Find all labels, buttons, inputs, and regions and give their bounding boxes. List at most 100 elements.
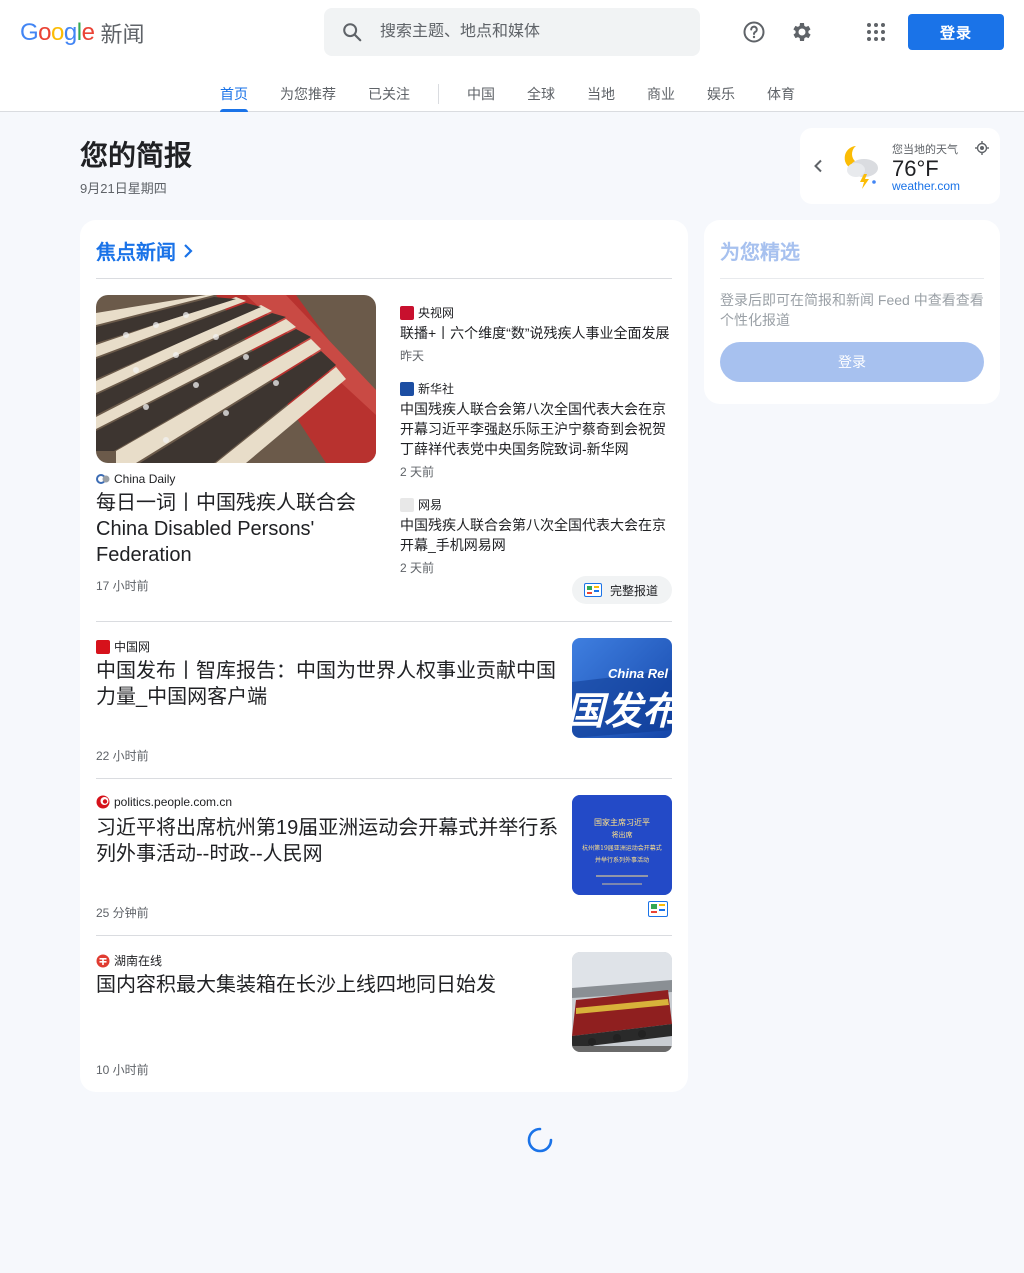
page-title: 您的简报 (80, 140, 193, 171)
svg-text:国发布: 国发布 (572, 689, 672, 733)
search-icon[interactable] (324, 8, 380, 56)
hunan-online-logo-icon (96, 954, 110, 968)
story-thumbnail[interactable]: 国家主席习近平 将出席 杭州第19届亚洲运动会开幕式 并举行系列外事活动 (572, 795, 672, 895)
divider (96, 278, 672, 279)
google-news-logo[interactable]: Google 新闻 (20, 18, 144, 48)
publisher-name: 中国网 (114, 640, 151, 654)
related-story-time: 2 天前 (400, 465, 435, 479)
publisher-name: 新华社 (418, 382, 455, 396)
story-title[interactable]: 中国发布丨智库报告：中国为世界人权事业贡献中国力量_中国网客户端 (96, 658, 560, 710)
logo-letter: G (20, 19, 39, 46)
top-stories-heading[interactable]: 焦点新闻 (96, 236, 194, 265)
related-story[interactable]: 网易 中国残疾人联合会第八次全国代表大会在京开幕_手机网易网 2 天前 (400, 496, 672, 576)
china-daily-logo-icon (96, 472, 110, 486)
location-icon[interactable] (974, 140, 990, 156)
divider (96, 778, 672, 779)
story-publisher: 中国网 (96, 638, 150, 655)
help-icon[interactable] (738, 16, 770, 48)
lead-story-publisher[interactable]: China Daily (96, 472, 175, 486)
picks-for-you-card: 为您精选 登录后即可在简报和新闻 Feed 中查看查看个性化报道 登录 (704, 220, 1000, 404)
cctv-logo-icon (400, 305, 414, 320)
related-story-title[interactable]: 联播+丨六个维度“数”说残疾人事业全面发展 (400, 323, 672, 343)
china-net-logo-icon (96, 639, 110, 654)
logo-letter: g (63, 19, 77, 46)
briefing-date: 9月21日星期四 (80, 181, 167, 196)
weather-card[interactable]: 您当地的天气 76°F weather.com (800, 128, 1000, 204)
related-story-title[interactable]: 中国残疾人联合会第八次全国代表大会在京开幕习近平李强赵乐际王沪宁蔡奇到会祝贺 丁… (400, 399, 672, 459)
tab-sports[interactable]: 体育 (751, 72, 811, 112)
tab-business[interactable]: 商业 (631, 72, 691, 112)
related-story[interactable]: 新华社 中国残疾人联合会第八次全国代表大会在京开幕习近平李强赵乐际王沪宁蔡奇到会… (400, 380, 672, 480)
picks-description: 登录后即可在简报和新闻 Feed 中查看查看个性化报道 (720, 292, 984, 328)
chevron-right-icon (184, 243, 193, 258)
search-input[interactable] (380, 23, 680, 41)
story-row[interactable]: 湖南在线 国内容积最大集装箱在长沙上线四地同日始发 10 小时前 (96, 952, 672, 1108)
story-title[interactable]: 习近平将出席杭州第19届亚洲运动会开幕式并举行系列外事活动--时政--人民网 (96, 815, 560, 867)
tab-local[interactable]: 当地 (571, 72, 631, 112)
chevron-left-icon[interactable] (808, 154, 828, 178)
settings-icon[interactable] (786, 16, 818, 48)
logo-letter: o (38, 19, 52, 46)
product-name: 新闻 (100, 22, 145, 47)
thumb-text-line: 并举行系列外事活动 (595, 856, 649, 864)
thumb-text-line: 国家主席习近平 (594, 817, 650, 827)
loading-spinner-icon (526, 1126, 554, 1154)
netease-logo-icon (400, 497, 414, 512)
weather-label: 您当地的天气 (892, 144, 958, 156)
apps-grid-icon[interactable] (860, 16, 892, 48)
divider (96, 621, 672, 622)
thumb-text-line: 杭州第19届亚洲运动会开幕式 (582, 844, 662, 852)
story-time: 22 小时前 (96, 749, 149, 763)
logo-letter: e (81, 19, 95, 46)
thumb-text-line: 将出席 (612, 830, 633, 839)
tab-world[interactable]: 全球 (511, 72, 571, 112)
full-coverage-icon[interactable] (648, 901, 668, 917)
lead-story-title[interactable]: 每日一词丨中国残疾人联合会 China Disabled Persons' Fe… (96, 490, 376, 568)
tab-home[interactable]: 首页 (204, 72, 264, 112)
section-nav: 首页 为您推荐 已关注 中国 全球 当地 商业 娱乐 体育 (204, 72, 811, 112)
story-publisher: politics.people.com.cn (96, 795, 232, 809)
related-story-publisher: 网易 (400, 496, 672, 513)
tab-following[interactable]: 已关注 (352, 72, 426, 112)
related-story-time: 2 天前 (400, 561, 435, 575)
story-title[interactable]: 国内容积最大集装箱在长沙上线四地同日始发 (96, 972, 560, 998)
people-daily-logo-icon (96, 795, 110, 809)
top-stories-heading-label: 焦点新闻 (96, 242, 176, 264)
related-story[interactable]: 央视网 联播+丨六个维度“数”说残疾人事业全面发展 昨天 (400, 304, 672, 364)
publisher-name: 湖南在线 (114, 954, 163, 968)
weather-source-link[interactable]: weather.com (892, 179, 960, 193)
top-stories-card: 焦点新闻 China Daily 每日一词丨中国残疾人联合会 China Dis… (80, 220, 688, 1092)
lead-story-time: 17 小时前 (96, 579, 149, 593)
publisher-name: China Daily (114, 472, 176, 486)
story-thumbnail[interactable]: China Rel 国发布 (572, 638, 672, 738)
tab-china[interactable]: 中国 (451, 72, 511, 112)
story-time: 10 小时前 (96, 1063, 149, 1077)
divider (96, 935, 672, 936)
related-story-time: 昨天 (400, 349, 425, 363)
related-story-publisher: 央视网 (400, 304, 672, 321)
related-story-title[interactable]: 中国残疾人联合会第八次全国代表大会在京开幕_手机网易网 (400, 515, 672, 555)
search-bar[interactable] (324, 8, 700, 56)
tab-for-you[interactable]: 为您推荐 (264, 72, 352, 112)
full-coverage-icon (584, 583, 602, 597)
full-coverage-button[interactable]: 完整报道 (572, 576, 672, 604)
app-header: Google 新闻 登录 首页 为您推荐 已关注 中国 全球 当地 商业 娱乐 … (0, 0, 1024, 112)
divider (720, 278, 984, 279)
story-row[interactable]: politics.people.com.cn 习近平将出席杭州第19届亚洲运动会… (96, 795, 672, 951)
partly-cloudy-night-thunder-icon (834, 140, 886, 192)
xinhua-logo-icon (400, 381, 414, 396)
picks-signin-button[interactable]: 登录 (720, 342, 984, 382)
lead-story-image[interactable] (96, 295, 376, 463)
publisher-name: 央视网 (418, 306, 455, 320)
publisher-name: 网易 (418, 498, 443, 512)
full-coverage-label: 完整报道 (610, 583, 659, 598)
logo-letter: o (51, 19, 64, 46)
tab-entertainment[interactable]: 娱乐 (691, 72, 751, 112)
story-row[interactable]: 中国网 中国发布丨智库报告：中国为世界人权事业贡献中国力量_中国网客户端 22 … (96, 638, 672, 794)
picks-title: 为您精选 (720, 242, 800, 264)
related-story-publisher: 新华社 (400, 380, 672, 397)
story-time: 25 分钟前 (96, 906, 149, 920)
story-thumbnail[interactable] (572, 952, 672, 1052)
signin-button[interactable]: 登录 (908, 14, 1004, 50)
svg-text:China Rel: China Rel (608, 666, 668, 681)
